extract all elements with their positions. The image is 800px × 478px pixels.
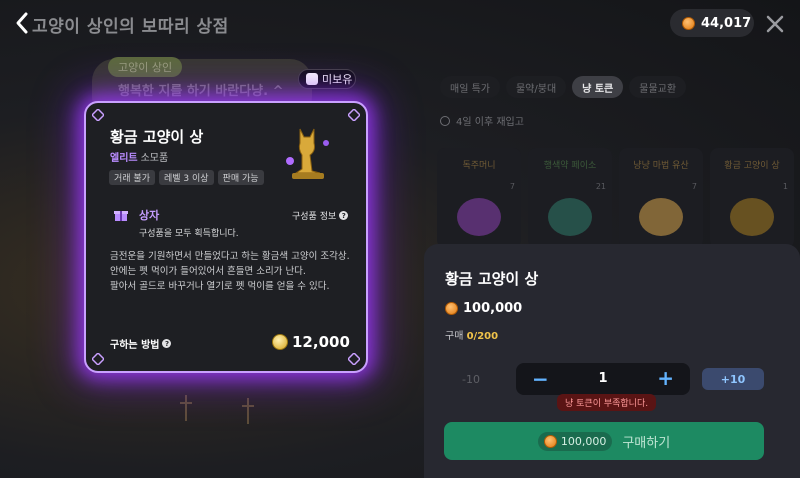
- purchase-panel: 황금 고양이 상 100,000 구매 0/200 -10 − 1 + +10 …: [424, 244, 800, 478]
- restock-notice: 4일 이후 재입고: [440, 113, 524, 128]
- tab-daily-deal[interactable]: 매일 특가: [440, 76, 500, 98]
- item-image: [457, 198, 501, 236]
- attribute-chip: 거래 불가: [109, 170, 155, 185]
- tab-potions[interactable]: 물약/붕대: [505, 76, 567, 98]
- question-icon: ?: [162, 339, 172, 348]
- grid-item[interactable]: 행색약 페이소 21: [528, 148, 612, 248]
- box-label: 상자: [139, 209, 160, 222]
- item-sell-price: 12,000: [272, 333, 350, 351]
- tab-nyang-token[interactable]: 냥 토큰: [572, 76, 624, 98]
- how-to-obtain-label: 구하는 방법: [110, 340, 160, 351]
- grid-item-count: 7: [509, 182, 515, 191]
- grid-item-name: 독주머니: [462, 161, 496, 171]
- minus-10-button[interactable]: -10: [462, 373, 480, 386]
- unowned-icon: [306, 73, 318, 85]
- item-name: 황금 고양이 상: [110, 128, 204, 146]
- clock-icon: [440, 115, 450, 126]
- item-sell-price-value: 12,000: [292, 333, 350, 351]
- attribute-chip: 레벨 3 이상: [158, 170, 214, 185]
- purchase-limit-value: 0/200: [466, 331, 499, 342]
- unowned-label: 미보유: [322, 73, 353, 86]
- purchase-price-value: 100,000: [463, 301, 523, 316]
- item-grade-label: 엘리트: [110, 153, 138, 164]
- item-type: 소모품: [140, 153, 169, 164]
- grid-item-name: 행색약 페이소: [543, 161, 597, 171]
- top-bar: 고양이 상인의 보따리 상점 44,017: [0, 0, 800, 48]
- increase-button[interactable]: +: [657, 366, 674, 390]
- corner-ornament-icon: [348, 109, 360, 121]
- grid-item-count: 21: [595, 182, 606, 191]
- item-grade: 엘리트 소모품: [110, 149, 168, 164]
- corner-ornament-icon: [92, 353, 104, 365]
- back-arrow-icon[interactable]: [12, 10, 34, 36]
- gold-coin-icon: [272, 334, 288, 350]
- tab-barter[interactable]: 물물교환: [629, 76, 687, 98]
- unowned-badge: 미보유: [298, 69, 356, 89]
- item-image: [730, 198, 774, 236]
- purchase-limit-label: 구매: [445, 331, 464, 342]
- item-image: [548, 198, 592, 236]
- corner-ornament-icon: [92, 109, 104, 121]
- token-balance: 44,017: [670, 9, 754, 37]
- merchant-tag: 고양이 상인: [108, 57, 183, 77]
- candle-decoration: [176, 393, 196, 423]
- close-icon[interactable]: [764, 13, 786, 35]
- shop-tabs: 매일 특가 물약/붕대 냥 토큰 물물교환: [440, 76, 687, 98]
- grid-item-name: 황금 고양이 상: [724, 161, 780, 171]
- contents-info-label: 구성품 정보: [292, 212, 337, 222]
- item-detail-card: 황금 고양이 상 엘리트 소모품 거래 불가 레벨 3 이상 판매 가능 상자 구…: [84, 101, 368, 373]
- insufficient-token-warning: 냥 토큰이 부족합니다.: [557, 394, 657, 411]
- contents-info-button[interactable]: 구성품 정보 ?: [292, 209, 349, 222]
- token-balance-value: 44,017: [701, 15, 752, 31]
- item-attributes: 거래 불가 레벨 3 이상 판매 가능: [109, 170, 264, 185]
- grid-item[interactable]: 독주머니 7: [437, 148, 521, 248]
- item-image: [639, 198, 683, 236]
- golden-cat-statue-image: [286, 128, 329, 179]
- purchase-limit: 구매 0/200: [445, 327, 498, 342]
- candle-decoration: [238, 396, 258, 426]
- grid-item-count: 1: [782, 182, 788, 191]
- purchase-item-name: 황금 고양이 상: [445, 270, 539, 288]
- box-description: 구성품을 모두 획득합니다.: [139, 229, 239, 239]
- restock-text: 4일 이후 재입고: [456, 117, 524, 128]
- merchant-message: 행복한 지를 하기 바란다냥. ^: [118, 84, 284, 99]
- question-icon: ?: [339, 211, 349, 220]
- gift-box-icon: [114, 211, 128, 221]
- token-icon: [682, 16, 695, 30]
- quantity-stepper: − 1 +: [516, 363, 690, 395]
- buy-button-label: 구매하기: [622, 435, 671, 451]
- item-grid: 독주머니 7 행색약 페이소 21 냥냥 마법 유산 7 황금 고양이 상 1: [437, 148, 794, 248]
- purchase-price: 100,000: [445, 301, 522, 316]
- how-to-obtain-button[interactable]: 구하는 방법 ?: [110, 336, 172, 351]
- corner-ornament-icon: [348, 353, 360, 365]
- token-icon: [543, 434, 557, 448]
- buy-cost: 100,000: [537, 431, 613, 451]
- attribute-chip: 판매 가능: [217, 170, 264, 185]
- grid-item-count: 7: [691, 182, 697, 191]
- grid-item-name: 냥냥 마법 유산: [633, 161, 689, 171]
- plus-10-button[interactable]: +10: [702, 368, 764, 390]
- buy-button[interactable]: 100,000 구매하기: [444, 422, 764, 460]
- grid-item[interactable]: 황금 고양이 상 1: [710, 148, 794, 248]
- grid-item[interactable]: 냥냥 마법 유산 7: [619, 148, 703, 248]
- item-description: 금전운을 기원하면서 만들었다고 하는 황금색 고양이 조각상. 안에는 펫 먹…: [110, 251, 350, 292]
- page-title: 고양이 상인의 보따리 상점: [32, 17, 229, 37]
- token-icon: [445, 302, 458, 315]
- buy-cost-value: 100,000: [560, 434, 607, 448]
